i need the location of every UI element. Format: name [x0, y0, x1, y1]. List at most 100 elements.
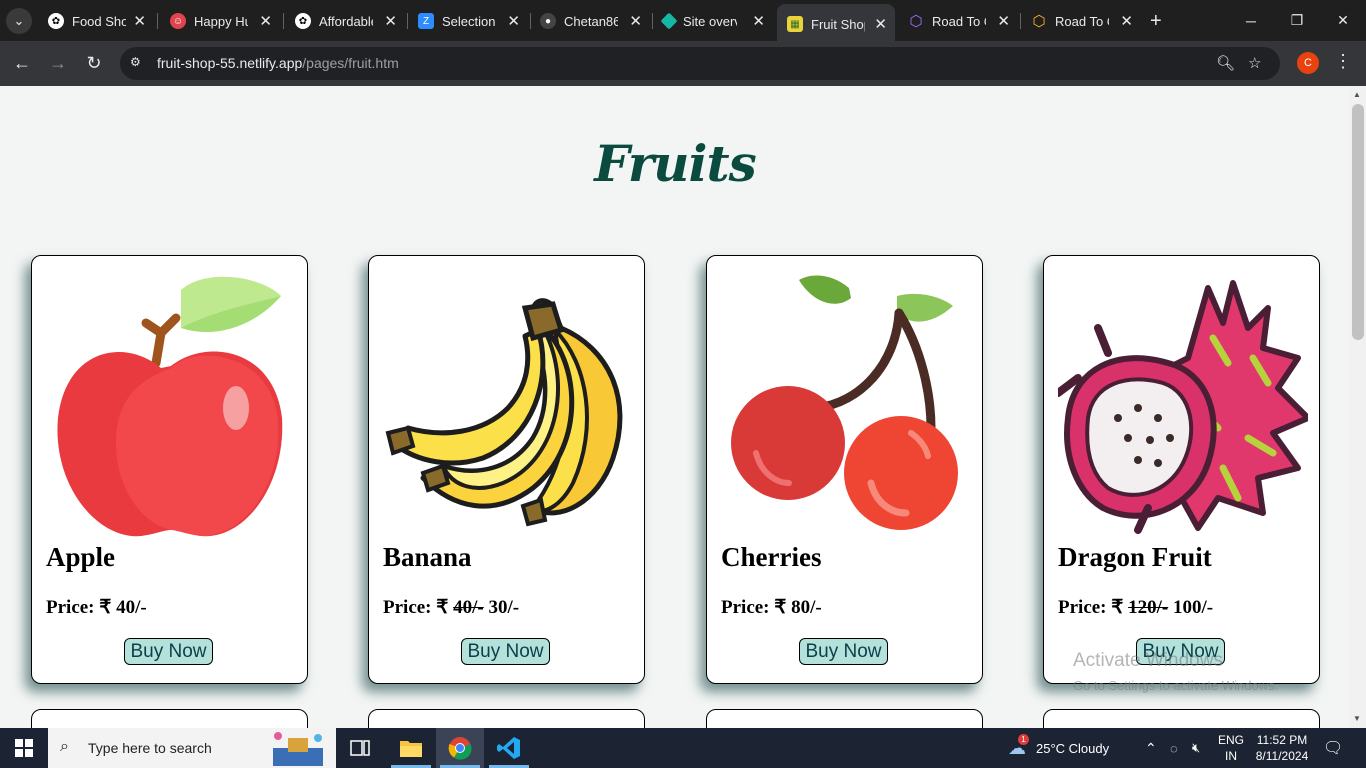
- tab-food-shop[interactable]: ✿ Food Shop ✕: [38, 7, 154, 35]
- vscode-icon: [497, 737, 520, 759]
- search-icon: ⌕: [60, 738, 69, 755]
- url-text[interactable]: fruit-shop-55.netlify.app/pages/fruit.ht…: [157, 55, 399, 71]
- notifications-icon[interactable]: 🗨︎: [1323, 728, 1343, 768]
- minimize-button[interactable]: ─: [1228, 0, 1274, 41]
- tab-title: Site overv: [683, 13, 737, 29]
- weather-text: 25°C Cloudy: [1036, 740, 1110, 756]
- old-price: 40/-: [453, 597, 484, 618]
- product-card-banana: Banana Price: ₹ 40/- 30/- Buy Now: [368, 255, 645, 684]
- close-icon[interactable]: ✕: [507, 12, 520, 30]
- browser-toolbar: ← → ↻ ⚙ fruit-shop-55.netlify.app/pages/…: [0, 41, 1366, 86]
- new-tab-button[interactable]: +: [1150, 10, 1162, 33]
- product-card: [31, 709, 308, 728]
- buy-now-button[interactable]: Buy Now: [799, 638, 888, 665]
- vscode-button[interactable]: [485, 728, 533, 768]
- restore-button[interactable]: ❐: [1274, 0, 1320, 41]
- buy-now-button[interactable]: Buy Now: [461, 638, 550, 665]
- system-clock[interactable]: 11:52 PM 8/11/2024: [1252, 732, 1312, 764]
- network-icon[interactable]: ◌: [1170, 728, 1178, 768]
- product-card-cherries: Cherries Price: ₹ 80/- Buy Now: [706, 255, 983, 684]
- tab-search-button[interactable]: ⌄: [6, 8, 32, 34]
- activate-windows-watermark: Activate Windows Go to Settings to activ…: [1073, 650, 1279, 693]
- close-icon[interactable]: ✕: [259, 12, 272, 30]
- scroll-down-icon[interactable]: ▼: [1353, 714, 1361, 723]
- close-icon[interactable]: ✕: [1120, 12, 1133, 30]
- clock-time: 11:52 PM: [1256, 733, 1308, 747]
- page-title: Fruits: [594, 134, 757, 193]
- weather-widget[interactable]: ☁ 1 25°C Cloudy: [1008, 728, 1109, 768]
- cloud-icon: ☁ 1: [1008, 733, 1029, 759]
- product-card: [1043, 709, 1320, 728]
- happy-face-icon: ☺: [170, 13, 186, 29]
- tab-title: Selection: [442, 13, 496, 29]
- tab-github[interactable]: ● Chetan86 ✕: [530, 7, 650, 35]
- file-explorer-button[interactable]: [387, 728, 435, 768]
- profile-avatar[interactable]: C: [1297, 52, 1319, 74]
- tab-happy-hu[interactable]: ☺ Happy Hu ✕: [160, 7, 280, 35]
- product-price: Price: ₹ 120/- 100/-: [1058, 597, 1214, 618]
- scroll-up-icon[interactable]: ▲: [1353, 90, 1361, 99]
- product-price: Price: ₹ 80/-: [721, 597, 822, 618]
- banana-image: [385, 298, 623, 527]
- close-icon[interactable]: ✕: [752, 12, 765, 30]
- product-name: Cherries: [721, 542, 822, 572]
- windows-taskbar: ⌕ Type here to search ☁ 1 25°C Cloudy ⌃ …: [0, 728, 1366, 768]
- tab-title: Happy Hu: [194, 13, 248, 29]
- close-icon[interactable]: ✕: [384, 12, 397, 30]
- github-icon: ●: [540, 13, 556, 29]
- page-viewport: Fruits Apple Price: ₹ 40/- Buy Now Banan…: [0, 86, 1350, 728]
- tab-title: Affordable: [319, 13, 373, 29]
- product-card: [706, 709, 983, 728]
- language-indicator[interactable]: ENG IN: [1218, 728, 1244, 768]
- volume-muted-icon[interactable]: 🔇︎: [1192, 728, 1200, 768]
- back-button[interactable]: ←: [10, 51, 34, 75]
- buy-now-button[interactable]: Buy Now: [124, 638, 213, 665]
- chrome-button[interactable]: [436, 728, 484, 768]
- reload-button[interactable]: ↻: [82, 51, 106, 75]
- tab-affordable[interactable]: ✿ Affordable ✕: [285, 7, 405, 35]
- close-icon[interactable]: ✕: [997, 12, 1010, 30]
- hexagon-icon: ⬡: [909, 13, 923, 30]
- tab-title: Road To C: [1055, 13, 1109, 29]
- tab-fruit-shop[interactable]: ▦ Fruit Shop ✕: [777, 4, 895, 41]
- address-bar[interactable]: ⚙ fruit-shop-55.netlify.app/pages/fruit.…: [120, 47, 1280, 80]
- browser-tab-bar: ⌄ ✿ Food Shop ✕ ☺ Happy Hu ✕ ✿ Affordabl…: [0, 0, 1366, 41]
- bookmark-star-icon[interactable]: ☆: [1248, 54, 1268, 74]
- product-card: [368, 709, 645, 728]
- tab-title: Fruit Shop: [811, 16, 865, 32]
- close-icon[interactable]: ✕: [133, 12, 146, 30]
- product-card-apple: Apple Price: ₹ 40/- Buy Now: [31, 255, 308, 684]
- start-button[interactable]: [0, 728, 48, 768]
- product-price: Price: ₹ 40/-: [46, 597, 147, 618]
- tab-site-overview[interactable]: Site overv ✕: [653, 7, 773, 35]
- page-scrollbar[interactable]: ▲ ▼: [1350, 86, 1366, 728]
- openai-icon: ✿: [48, 13, 64, 29]
- openai-icon: ✿: [295, 13, 311, 29]
- browser-menu-icon[interactable]: ⋮: [1334, 51, 1352, 72]
- zoom-icon[interactable]: 🔍︎: [1216, 54, 1236, 74]
- product-name: Banana: [383, 542, 472, 572]
- tab-selection[interactable]: Z Selection ✕: [408, 7, 528, 35]
- folder-icon: [400, 741, 422, 757]
- old-price: 120/-: [1128, 597, 1169, 618]
- tab-road-to-c-1[interactable]: ⬡ Road To C ✕: [898, 7, 1018, 35]
- taskbar-search[interactable]: ⌕ Type here to search: [48, 728, 336, 768]
- clock-date: 8/11/2024: [1255, 749, 1309, 763]
- scroll-thumb[interactable]: [1352, 104, 1364, 340]
- close-window-button[interactable]: ✕: [1320, 0, 1366, 41]
- forward-button[interactable]: →: [46, 51, 70, 75]
- hexagon-icon: ⬡: [1032, 13, 1046, 30]
- site-info-icon[interactable]: ⚙: [130, 55, 148, 73]
- product-name: Apple: [46, 542, 116, 572]
- task-view-button[interactable]: [336, 728, 384, 768]
- apple-image: [57, 276, 283, 537]
- chrome-icon: [448, 737, 472, 760]
- close-icon[interactable]: ✕: [629, 12, 642, 30]
- tab-title: Food Shop: [72, 13, 126, 29]
- zoho-icon: Z: [418, 13, 434, 29]
- close-icon[interactable]: ✕: [874, 15, 887, 33]
- tab-road-to-c-2[interactable]: ⬡ Road To C ✕: [1021, 7, 1141, 35]
- tab-title: Road To C: [932, 13, 986, 29]
- cherries-image: [731, 275, 958, 530]
- show-hidden-icons-icon[interactable]: ⌃: [1145, 728, 1157, 768]
